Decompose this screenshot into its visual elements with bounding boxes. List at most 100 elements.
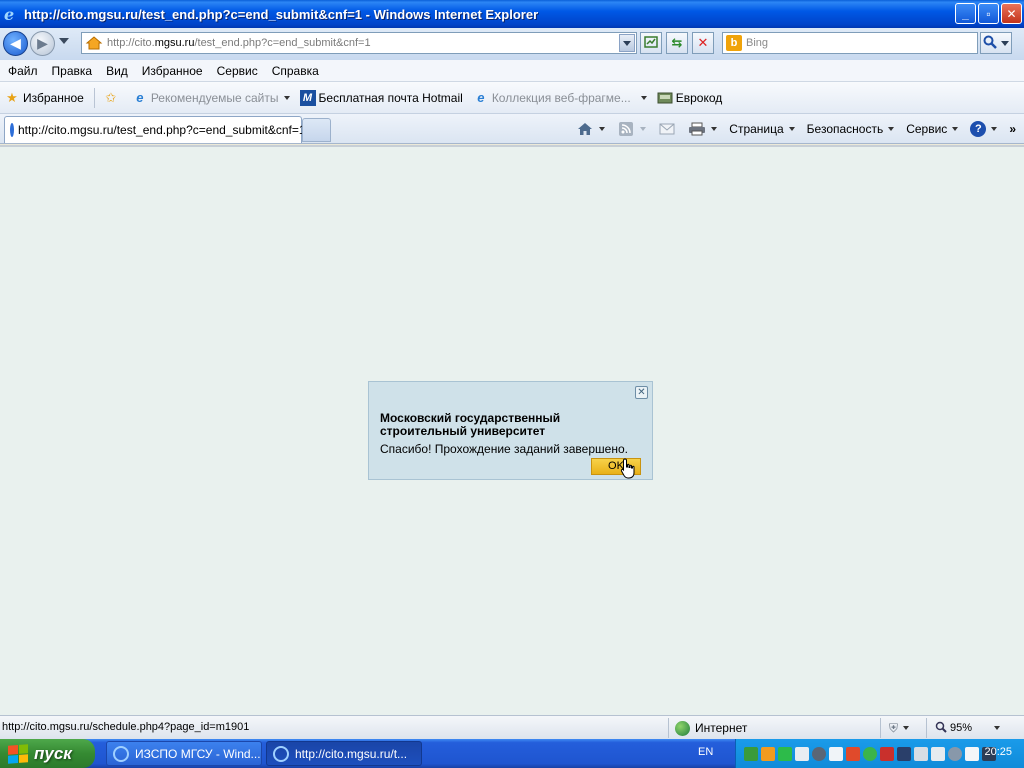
add-favorite-star-icon: ✩ xyxy=(105,89,117,105)
page-menu[interactable]: Страница xyxy=(729,122,795,136)
menu-bar: Файл Правка Вид Избранное Сервис Справка xyxy=(0,60,1024,82)
print-button[interactable] xyxy=(688,121,718,137)
address-row: ◀ ▶ http://cito.mgsu.ru/test_end.php?c=e… xyxy=(0,28,1024,60)
close-button[interactable]: ✕ xyxy=(1001,3,1022,24)
back-button[interactable]: ◀ xyxy=(3,31,28,56)
status-bar: http://cito.mgsu.ru/schedule.php4?page_i… xyxy=(0,715,1024,739)
ie-logo-icon xyxy=(113,745,129,762)
favorites-item-label: Рекомендуемые сайты xyxy=(150,90,279,105)
tray-app-icon[interactable] xyxy=(795,746,809,761)
refresh-icon: ⇆ xyxy=(671,35,683,50)
mail-icon xyxy=(658,121,676,137)
refresh-button[interactable]: ⇆ xyxy=(666,32,688,54)
new-tab-button[interactable] xyxy=(302,118,331,142)
chevron-down-icon xyxy=(952,127,959,131)
protected-mode-button[interactable]: ⛨ xyxy=(880,718,910,738)
tray-app-icon[interactable] xyxy=(778,746,792,761)
language-indicator[interactable]: EN xyxy=(698,746,713,758)
system-tray: 20:25 xyxy=(735,739,1024,768)
chevron-down-icon[interactable] xyxy=(711,127,718,131)
address-input[interactable]: http://cito.mgsu.ru/test_end.php?c=end_s… xyxy=(81,32,637,54)
zoom-control[interactable]: 95% xyxy=(926,718,1001,738)
help-menu[interactable]: ? xyxy=(970,121,998,137)
more-commands-button[interactable]: » xyxy=(1009,122,1016,136)
hand-cursor-icon xyxy=(620,458,636,480)
security-zone[interactable]: Интернет xyxy=(668,718,747,738)
favorites-button[interactable]: ★ Избранное xyxy=(4,90,84,106)
status-text: http://cito.mgsu.ru/schedule.php4?page_i… xyxy=(2,721,250,733)
clock[interactable]: 20:25 xyxy=(984,746,1012,758)
menu-favorites[interactable]: Избранное xyxy=(142,64,203,78)
home-button[interactable] xyxy=(576,121,606,137)
zoom-level: 95% xyxy=(950,722,973,734)
start-label: пуск xyxy=(34,743,72,763)
search-options-chevron-icon[interactable] xyxy=(1001,40,1009,46)
tray-webcam-icon[interactable] xyxy=(812,746,826,761)
maximize-button[interactable]: ▫ xyxy=(978,3,999,24)
recent-pages-dropdown-icon[interactable] xyxy=(59,38,69,44)
command-bar: Страница Безопасность Сервис ? » xyxy=(564,118,1016,140)
tray-app-icon[interactable] xyxy=(744,746,758,761)
safety-menu[interactable]: Безопасность xyxy=(807,122,895,136)
chevron-down-icon xyxy=(640,127,647,131)
start-button[interactable]: пуск xyxy=(0,739,95,768)
printer-icon xyxy=(688,121,706,137)
tray-speaker-icon[interactable] xyxy=(880,746,894,761)
tab-label: http://cito.mgsu.ru/test_end.php?c=end_s… xyxy=(18,123,306,137)
tray-app-icon[interactable] xyxy=(863,746,877,761)
taskbar-item[interactable]: ИЗСПО МГСУ - Wind... xyxy=(106,741,262,766)
stop-button[interactable]: ✕ xyxy=(692,32,714,54)
tray-app-icon[interactable] xyxy=(931,746,945,761)
msn-icon: M xyxy=(299,89,316,106)
tray-app-icon[interactable] xyxy=(846,746,860,761)
menu-view[interactable]: Вид xyxy=(106,64,128,78)
ie-logo-icon: e xyxy=(136,90,144,105)
tray-network-icon[interactable] xyxy=(897,746,911,761)
menu-tools[interactable]: Сервис xyxy=(217,64,258,78)
tools-menu[interactable]: Сервис xyxy=(906,122,959,136)
magnifier-icon xyxy=(983,35,997,52)
add-to-favorites-bar-button[interactable]: ✩ xyxy=(103,90,122,106)
rss-feed-icon xyxy=(617,121,635,137)
taskbar-item-active[interactable]: http://cito.mgsu.ru/t... xyxy=(266,741,422,766)
favorites-item-hotmail[interactable]: M Бесплатная почта Hotmail xyxy=(299,89,463,106)
favorites-item-label: Бесплатная почта Hotmail xyxy=(318,90,463,105)
globe-icon xyxy=(675,720,690,736)
star-icon: ★ xyxy=(6,89,18,105)
dialog-message: Спасибо! Прохождение заданий завершено. xyxy=(380,442,628,456)
search-input[interactable]: b Bing xyxy=(722,32,978,54)
dialog-close-button[interactable]: ✕ xyxy=(635,386,648,399)
search-button[interactable] xyxy=(980,32,1012,54)
tab-active[interactable]: http://cito.mgsu.ru/test_end.php?c=end_s… xyxy=(4,116,306,143)
forward-button[interactable]: ▶ xyxy=(30,31,55,56)
stop-icon: ✕ xyxy=(697,35,709,50)
menu-help[interactable]: Справка xyxy=(272,64,319,78)
compatibility-view-button[interactable] xyxy=(640,32,662,54)
shield-icon: ⛨ xyxy=(889,720,899,735)
chevron-down-icon[interactable] xyxy=(599,127,606,131)
favorites-item-eurocode[interactable]: Еврокод xyxy=(657,90,722,106)
window-titlebar[interactable]: e http://cito.mgsu.ru/test_end.php?c=end… xyxy=(0,0,1024,28)
back-arrow-icon: ◀ xyxy=(10,35,21,51)
tray-app-icon[interactable] xyxy=(829,746,843,761)
compatibility-icon xyxy=(644,35,658,52)
search-placeholder: Bing xyxy=(746,37,769,49)
feeds-button[interactable] xyxy=(617,121,647,137)
tray-app-icon[interactable] xyxy=(965,746,979,761)
menu-edit[interactable]: Правка xyxy=(52,64,93,78)
favorites-item-web-slice-gallery[interactable]: e Коллекция веб-фрагме... xyxy=(473,90,647,106)
message-dialog: ✕ Московский государственный строительны… xyxy=(368,381,653,480)
tray-app-icon[interactable] xyxy=(948,746,962,761)
minimize-button[interactable]: _ xyxy=(955,3,976,24)
safety-menu-label: Безопасность xyxy=(806,122,884,136)
tray-app-icon[interactable] xyxy=(761,746,775,761)
tray-app-icon[interactable] xyxy=(914,746,928,761)
read-mail-button[interactable] xyxy=(658,121,676,137)
favorites-item-suggested-sites[interactable]: e Рекомендуемые сайты xyxy=(132,90,290,106)
loading-page-icon xyxy=(10,123,14,137)
menu-file[interactable]: Файл xyxy=(8,64,38,78)
address-dropdown-button[interactable] xyxy=(619,34,635,52)
address-url[interactable]: http://cito.mgsu.ru/test_end.php?c=end_s… xyxy=(107,37,371,49)
chevron-down-icon xyxy=(991,127,998,131)
chevron-down-icon xyxy=(788,127,795,131)
